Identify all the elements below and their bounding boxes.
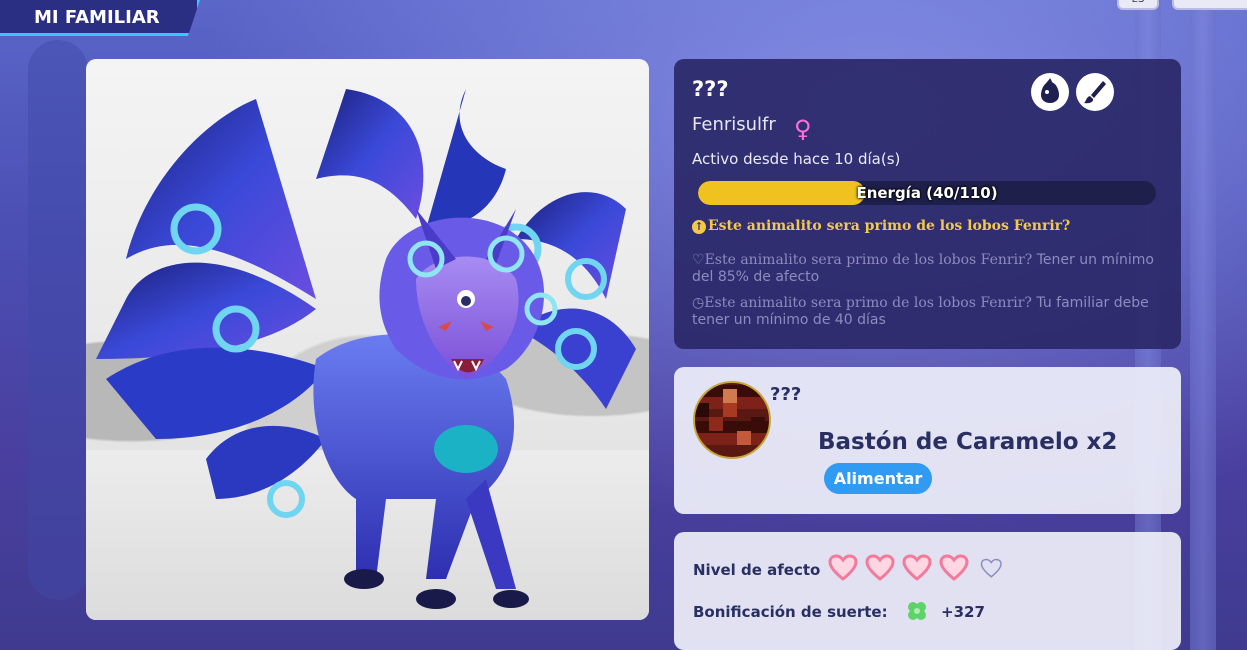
affection-label: Nivel de afecto [693, 561, 821, 579]
brush-icon-button[interactable] [1076, 73, 1114, 111]
arrow-up-circle-icon: ↑ [692, 220, 706, 234]
heart-filled-icon [828, 554, 858, 581]
background-tree [28, 40, 88, 600]
heart-filled-icon [902, 554, 932, 581]
heart-empty-icon [980, 558, 1002, 578]
quest-affection-prefix: Este animalito sera primo de los lobos F… [704, 252, 1033, 268]
energy-bar: Energía (40/110) [698, 181, 1156, 205]
quest-requirement-age: ◷Este animalito sera primo de los lobos … [692, 295, 1162, 329]
food-name: Bastón de Caramelo x2 [818, 429, 1118, 455]
luck-bonus-label: Bonificación de suerte: [693, 603, 888, 621]
pet-name: ??? [692, 77, 729, 101]
clock-icon: ◷ [692, 295, 705, 311]
fox-illustration [96, 89, 636, 609]
brush-icon [1084, 81, 1106, 104]
egg-icon-button[interactable] [1031, 73, 1069, 111]
heart-filled-icon [865, 554, 895, 581]
female-icon: ♀ [794, 115, 812, 143]
active-since-text: Activo desde hace 10 día(s) [692, 150, 901, 168]
feeding-card: ??? Bastón de Caramelo x2 Alimentar [674, 367, 1181, 514]
evolution-quest-title: ↑ Este animalito sera primo de los lobos … [692, 218, 1070, 234]
language-selector[interactable]: ES [1117, 0, 1159, 10]
food-unknown-label: ??? [770, 384, 802, 405]
food-item-image [693, 381, 771, 459]
pet-info-card: ??? Fenrisulfr ♀ Activo desde hace 10 dí… [674, 59, 1181, 349]
clover-icon [908, 602, 926, 620]
luck-bonus-value: +327 [941, 603, 985, 621]
energy-label: Energía (40/110) [856, 184, 998, 202]
quest-age-prefix: Este animalito sera primo de los lobos F… [704, 295, 1032, 311]
section-title: MI FAMILIAR [34, 7, 160, 28]
affection-hearts [828, 554, 1006, 582]
egg-icon [1041, 78, 1059, 103]
feed-button[interactable]: Alimentar [824, 463, 932, 494]
heart-outline-icon: ♡ [692, 252, 705, 268]
stats-card: Nivel de afecto Bonificación de suerte: … [674, 532, 1181, 650]
quest-requirement-affection: ♡Este animalito sera primo de los lobos … [692, 252, 1162, 286]
pet-species: Fenrisulfr [692, 114, 776, 135]
top-menu-button[interactable] [1172, 0, 1247, 10]
background-column [1190, 0, 1216, 650]
heart-filled-icon [939, 554, 969, 581]
pet-image [86, 59, 649, 620]
evolution-quest-title-text: Este animalito sera primo de los lobos F… [708, 218, 1071, 234]
section-title-tab: MI FAMILIAR [0, 0, 200, 36]
